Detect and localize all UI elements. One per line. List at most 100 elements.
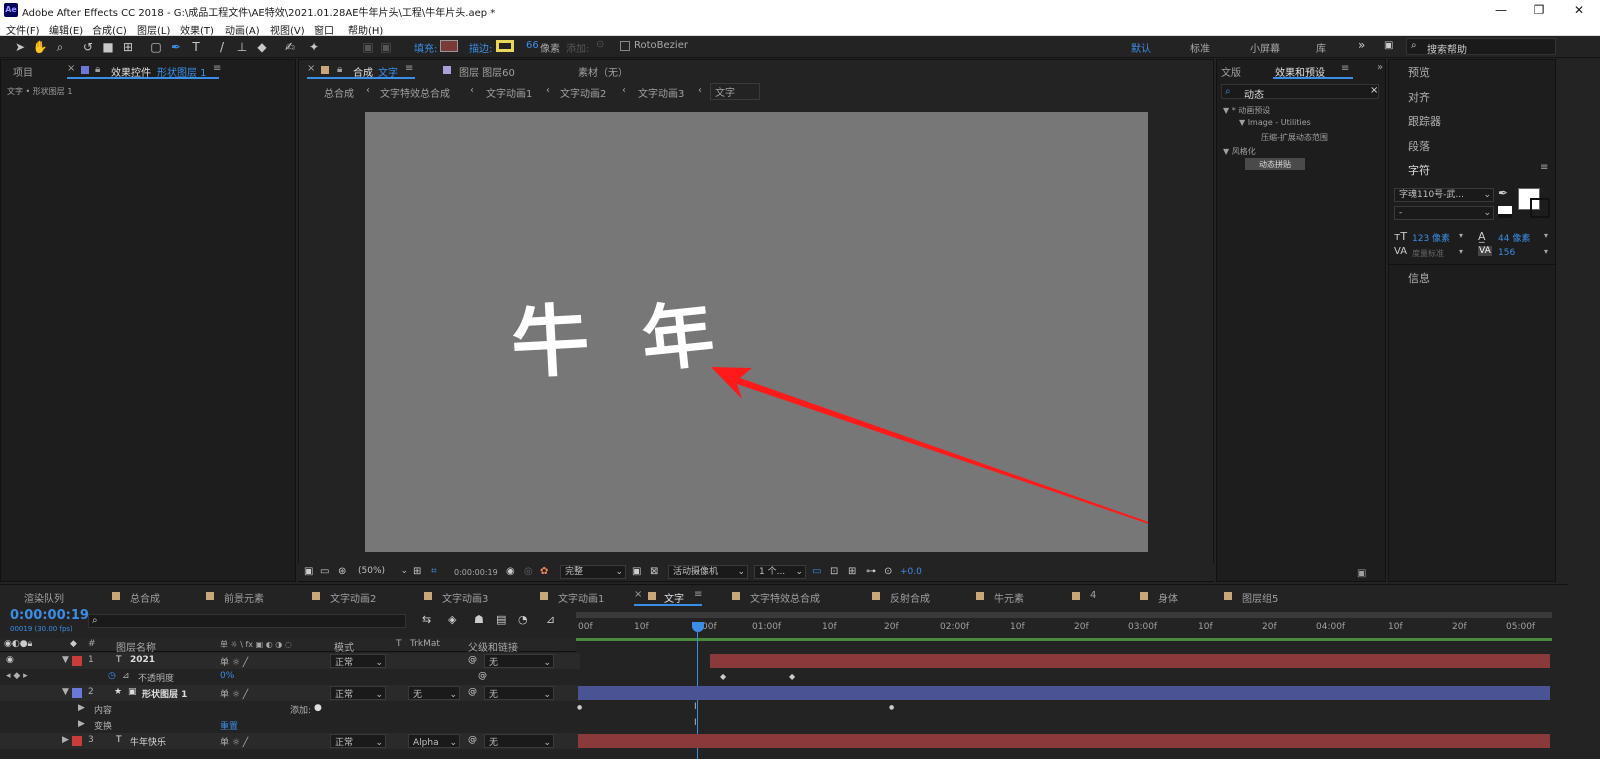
kerning-value[interactable]: 度量标准	[1412, 248, 1444, 259]
viewer-timecode[interactable]: 0:00:00:19	[454, 568, 498, 577]
show-snapshot-icon[interactable]: ◎	[524, 566, 533, 577]
fast-previews-icon[interactable]: ▣	[632, 566, 641, 577]
monitor-icon[interactable]: ▭	[320, 566, 329, 577]
tab-ox-elements[interactable]: 牛元素	[994, 590, 1024, 605]
workspace-default[interactable]: 默认	[1131, 40, 1151, 55]
keyframe-marker-icon[interactable]: I	[694, 702, 697, 712]
tab-layer[interactable]: 图层 图层60	[459, 64, 515, 79]
grid-icon[interactable]: ⊞	[413, 566, 421, 577]
menu-animation[interactable]: 动画(A)	[225, 22, 260, 37]
timeline-search-box[interactable]: ⌕	[88, 614, 406, 628]
layer-2-duration-bar[interactable]	[578, 686, 1550, 700]
effects-panel-menu-icon[interactable]: ≡	[1341, 63, 1349, 74]
hand-tool-icon[interactable]: ✋	[32, 39, 48, 55]
shy-layers-icon[interactable]: ☗	[474, 613, 484, 626]
clone-stamp-tool-icon[interactable]: ⊥	[234, 39, 250, 55]
layer-name[interactable]: 牛年快乐	[130, 735, 166, 748]
twirl-closed-icon[interactable]: ▶	[78, 703, 85, 713]
snap-icon[interactable]: ▣	[360, 39, 376, 55]
tab-foreground[interactable]: 前景元素	[224, 590, 264, 605]
panel-paragraph[interactable]: 段落	[1408, 138, 1430, 154]
snap-options-icon[interactable]: ▣	[378, 39, 394, 55]
menu-help[interactable]: 帮助(H)	[348, 22, 383, 37]
resolution-dropdown[interactable]: 完整 ⌄	[560, 565, 626, 579]
crumb-text-fx-comp[interactable]: 文字特效总合成	[380, 85, 450, 100]
parent-dropdown[interactable]: 无 ⌄	[484, 734, 554, 748]
layer-name[interactable]: 形状图层 1	[142, 687, 187, 700]
timeline-panel-menu-icon[interactable]: ≡	[694, 589, 702, 600]
chevron-down-icon[interactable]: ▾	[1544, 247, 1548, 256]
viewer-lock-icon[interactable]: 🔒︎	[337, 64, 342, 75]
font-family-dropdown[interactable]: 字魂110号-武... ⌄	[1394, 188, 1494, 202]
parent-pickwhip-icon[interactable]: @	[468, 655, 477, 665]
tab-layer-group-5[interactable]: 图层组5	[1242, 590, 1278, 605]
zoom-tool-icon[interactable]: ⌕	[52, 39, 68, 55]
stroke-color-box[interactable]	[1530, 198, 1550, 218]
fill-color-swatch[interactable]	[440, 40, 458, 52]
tab-reflection[interactable]: 反射合成	[890, 590, 930, 605]
keyframe-icon[interactable]: ◆	[789, 672, 795, 681]
layer-switches[interactable]: 单 ☼ ╱	[220, 735, 248, 748]
lock-icon[interactable]: 🔒︎	[95, 64, 100, 75]
panel-tracker[interactable]: 跟踪器	[1408, 113, 1441, 129]
twirl-open-icon[interactable]: ▼	[62, 655, 69, 665]
parent-dropdown[interactable]: 无 ⌄	[484, 654, 554, 668]
draft-3d-icon[interactable]: ◈	[448, 613, 456, 626]
tree-animation-presets[interactable]: ▼ * 动画预设	[1223, 105, 1270, 116]
layer-row-1[interactable]: ◉ ▼ 1 T 2021 单 ☼ ╱ 正常 ⌄ @ 无 ⌄	[0, 653, 580, 669]
keyframe-dot-icon[interactable]: ●	[577, 704, 582, 711]
panel-character[interactable]: 字符	[1408, 162, 1430, 178]
add-content-icon[interactable]: ●	[314, 703, 322, 713]
trkmat-dropdown[interactable]: Alpha ⌄	[408, 734, 460, 748]
parent-pickwhip-icon[interactable]: @	[468, 687, 477, 697]
effects-overflow-icon[interactable]: »	[1377, 62, 1383, 73]
trkmat-dropdown[interactable]: 无 ⌄	[408, 686, 460, 700]
menu-edit[interactable]: 编辑(E)	[49, 22, 83, 37]
tab-text-anim-2[interactable]: 文字动画2	[330, 590, 376, 605]
clear-search-icon[interactable]: ×	[1370, 85, 1378, 96]
color-channels-icon[interactable]: ✿	[540, 566, 548, 577]
puppet-tool-icon[interactable]: ✦	[306, 39, 322, 55]
property-row-transform[interactable]: ▶ 变换 重置	[0, 717, 580, 733]
rotate-tool-icon[interactable]: ↺	[80, 39, 96, 55]
graph-icon[interactable]: ⊿	[122, 671, 130, 681]
region-of-interest-icon[interactable]: ⌗	[431, 566, 437, 577]
panel-menu-icon[interactable]: ≡	[213, 63, 221, 74]
layer-3-duration-bar[interactable]	[578, 734, 1550, 748]
opacity-value[interactable]: 0%	[220, 671, 234, 681]
panel-preview[interactable]: 预览	[1408, 64, 1430, 80]
crumb-text-anim-2[interactable]: 文字动画2	[560, 85, 606, 100]
reset-exposure-icon[interactable]: ⊙	[884, 566, 892, 577]
tab-close-icon[interactable]: ×	[67, 63, 75, 74]
parent-dropdown[interactable]: 无 ⌄	[484, 686, 554, 700]
views-dropdown[interactable]: 1 个... ⌄	[754, 565, 806, 579]
motion-blur-icon[interactable]: ⊡	[830, 566, 838, 577]
timeline-tab-close-icon[interactable]: ×	[634, 589, 642, 600]
twirl-closed-icon[interactable]: ▶	[62, 735, 69, 745]
crumb-text-anim-3[interactable]: 文字动画3	[638, 85, 684, 100]
layer-name[interactable]: 2021	[130, 655, 155, 665]
tab-text-anim-1[interactable]: 文字动画1	[558, 590, 604, 605]
font-style-dropdown[interactable]: - ⌄	[1394, 206, 1494, 220]
eyedropper-icon[interactable]: ✒	[1498, 186, 1508, 200]
camera-dropdown[interactable]: 活动摄像机 ⌄	[668, 565, 748, 579]
label-color-swatch[interactable]	[72, 688, 82, 698]
workspace-overflow-icon[interactable]: »	[1358, 38, 1365, 52]
workspace-menu-icon[interactable]: ▣	[1384, 40, 1393, 51]
chevron-down-icon[interactable]: ▾	[1459, 231, 1463, 240]
layer-switches[interactable]: 单 ☼ ╱	[220, 655, 248, 668]
frame-blending-icon[interactable]: ▤	[496, 613, 506, 626]
minimize-button[interactable]: —	[1486, 2, 1516, 18]
blend-mode-dropdown[interactable]: 正常 ⌄	[330, 654, 386, 668]
crumb-master-comp[interactable]: 总合成	[324, 85, 354, 100]
zoom-dropdown[interactable]: (50%) ⌄	[354, 565, 410, 579]
stroke-color-swatch[interactable]	[496, 40, 514, 52]
tab-render-queue[interactable]: 渲染队列	[24, 590, 64, 605]
graph-editor-icon[interactable]: ⊿	[546, 613, 555, 626]
menu-effect[interactable]: 效果(T)	[180, 22, 214, 37]
brush-tool-icon[interactable]: /	[214, 39, 230, 55]
stopwatch-icon[interactable]: ◷	[108, 671, 116, 681]
flowchart-icon[interactable]: ⊶	[866, 566, 876, 577]
tab-4[interactable]: 4	[1090, 590, 1096, 601]
effects-search-box[interactable]: ⌕ 动态 ×	[1221, 84, 1379, 101]
